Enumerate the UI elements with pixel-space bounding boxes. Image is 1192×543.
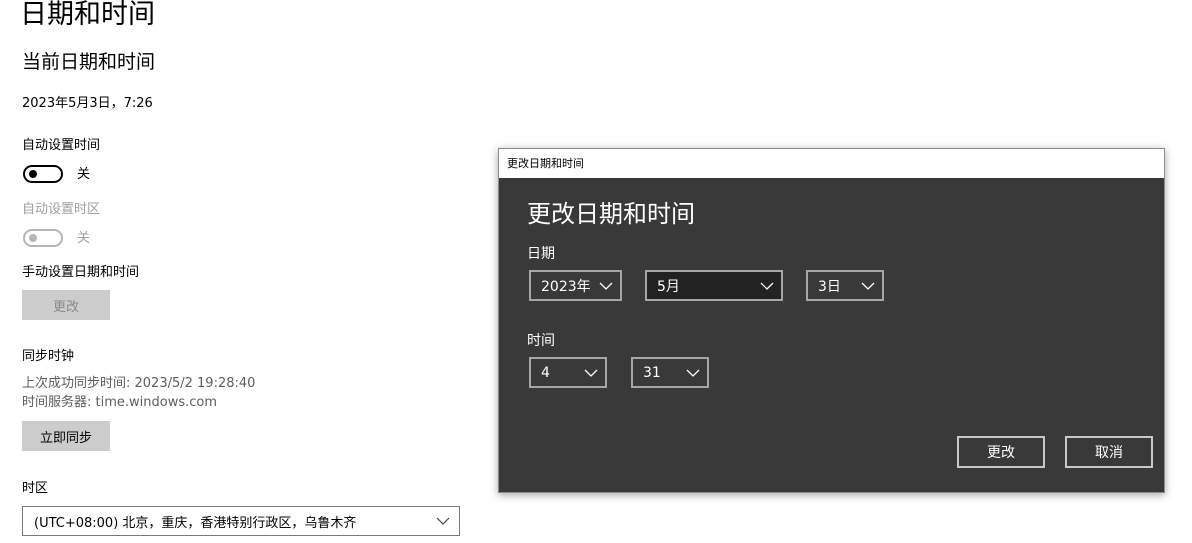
- auto-timezone-label: 自动设置时区: [22, 202, 101, 217]
- hour-dropdown[interactable]: 4: [529, 357, 607, 388]
- auto-time-state: 关: [77, 167, 91, 182]
- timezone-select[interactable]: (UTC+08:00) 北京，重庆，香港特别行政区，乌鲁木齐: [22, 506, 460, 536]
- last-sync-text: 上次成功同步时间: 2023/5/2 19:28:40: [22, 376, 256, 391]
- current-datetime: 2023年5月3日，7:26: [22, 96, 153, 111]
- chevron-down-icon: [436, 517, 450, 525]
- day-dropdown[interactable]: 3日: [806, 270, 884, 301]
- chevron-down-icon: [584, 369, 598, 377]
- timezone-label: 时区: [22, 481, 49, 496]
- auto-time-label: 自动设置时间: [22, 138, 101, 153]
- change-datetime-dialog: 更改日期和时间 更改日期和时间 日期 2023年 5月 3日 时间 4 31 更…: [498, 148, 1165, 493]
- minute-value: 31: [643, 364, 661, 381]
- date-label: 日期: [527, 246, 555, 262]
- month-dropdown[interactable]: 5月: [645, 270, 783, 301]
- dialog-cancel-button[interactable]: 取消: [1065, 436, 1153, 468]
- year-value: 2023年: [541, 278, 591, 295]
- year-dropdown[interactable]: 2023年: [529, 270, 622, 301]
- page-title: 日期和时间: [20, 0, 155, 30]
- dialog-heading: 更改日期和时间: [527, 200, 695, 228]
- manual-set-label: 手动设置日期和时间: [22, 265, 140, 280]
- chevron-down-icon: [686, 369, 700, 377]
- day-value: 3日: [818, 278, 841, 295]
- time-server-text: 时间服务器: time.windows.com: [22, 395, 218, 410]
- auto-timezone-toggle[interactable]: [23, 229, 63, 247]
- dialog-titlebar[interactable]: 更改日期和时间: [499, 149, 1164, 178]
- chevron-down-icon: [599, 282, 613, 290]
- sync-now-button[interactable]: 立即同步: [22, 421, 110, 451]
- month-value: 5月: [657, 278, 680, 295]
- timezone-value: (UTC+08:00) 北京，重庆，香港特别行政区，乌鲁木齐: [34, 515, 357, 531]
- dialog-change-button[interactable]: 更改: [957, 436, 1045, 468]
- chevron-down-icon: [760, 282, 774, 290]
- toggle-knob-icon: [29, 170, 37, 178]
- time-label: 时间: [527, 333, 555, 349]
- hour-value: 4: [541, 364, 550, 381]
- auto-time-toggle[interactable]: [23, 165, 63, 183]
- chevron-down-icon: [861, 282, 875, 290]
- minute-dropdown[interactable]: 31: [631, 357, 709, 388]
- section-title-current: 当前日期和时间: [22, 51, 156, 73]
- sync-label: 同步时钟: [22, 349, 75, 364]
- auto-timezone-state: 关: [77, 231, 91, 246]
- change-datetime-button[interactable]: 更改: [22, 290, 110, 320]
- toggle-knob-icon: [29, 234, 37, 242]
